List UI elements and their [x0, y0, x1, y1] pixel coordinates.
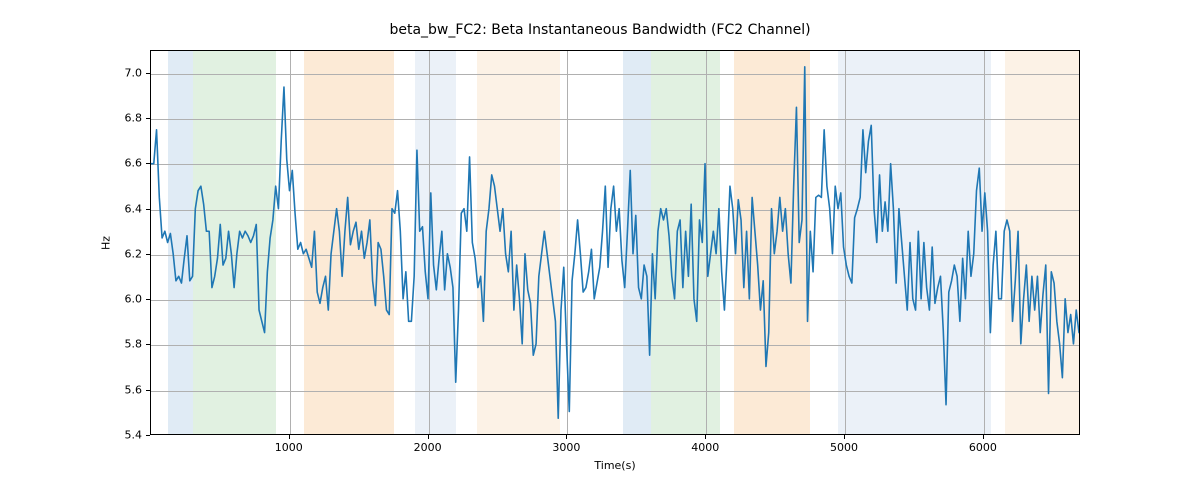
chart-axes: Time(s) Hz 5.45.65.86.06.26.46.66.87.010… [150, 50, 1080, 435]
y-tick-mark [146, 118, 150, 119]
y-tick-mark [146, 254, 150, 255]
y-tick-mark [146, 209, 150, 210]
x-tick-mark [983, 435, 984, 439]
y-tick-label: 6.4 [125, 202, 143, 215]
y-tick-label: 6.0 [125, 293, 143, 306]
y-tick-label: 5.6 [125, 383, 143, 396]
x-tick-label: 2000 [414, 441, 442, 454]
x-tick-label: 6000 [969, 441, 997, 454]
y-tick-label: 6.8 [125, 111, 143, 124]
y-tick-label: 7.0 [125, 66, 143, 79]
y-tick-mark [146, 163, 150, 164]
chart-figure: beta_bw_FC2: Beta Instantaneous Bandwidt… [0, 0, 1200, 500]
x-tick-mark [289, 435, 290, 439]
y-tick-mark [146, 299, 150, 300]
plot-area [150, 50, 1080, 435]
x-tick-label: 1000 [275, 441, 303, 454]
x-tick-mark [566, 435, 567, 439]
x-tick-mark [844, 435, 845, 439]
chart-title: beta_bw_FC2: Beta Instantaneous Bandwidt… [0, 22, 1200, 38]
data-line [151, 51, 1079, 434]
y-tick-mark [146, 390, 150, 391]
y-tick-label: 6.2 [125, 247, 143, 260]
x-tick-mark [705, 435, 706, 439]
y-tick-label: 5.8 [125, 338, 143, 351]
x-tick-mark [428, 435, 429, 439]
y-tick-label: 6.6 [125, 157, 143, 170]
y-tick-label: 5.4 [125, 429, 143, 442]
x-tick-label: 4000 [691, 441, 719, 454]
x-axis-label: Time(s) [594, 459, 635, 472]
y-tick-mark [146, 435, 150, 436]
x-tick-label: 3000 [552, 441, 580, 454]
x-tick-label: 5000 [830, 441, 858, 454]
y-axis-label: Hz [100, 235, 113, 249]
y-tick-mark [146, 344, 150, 345]
y-tick-mark [146, 73, 150, 74]
